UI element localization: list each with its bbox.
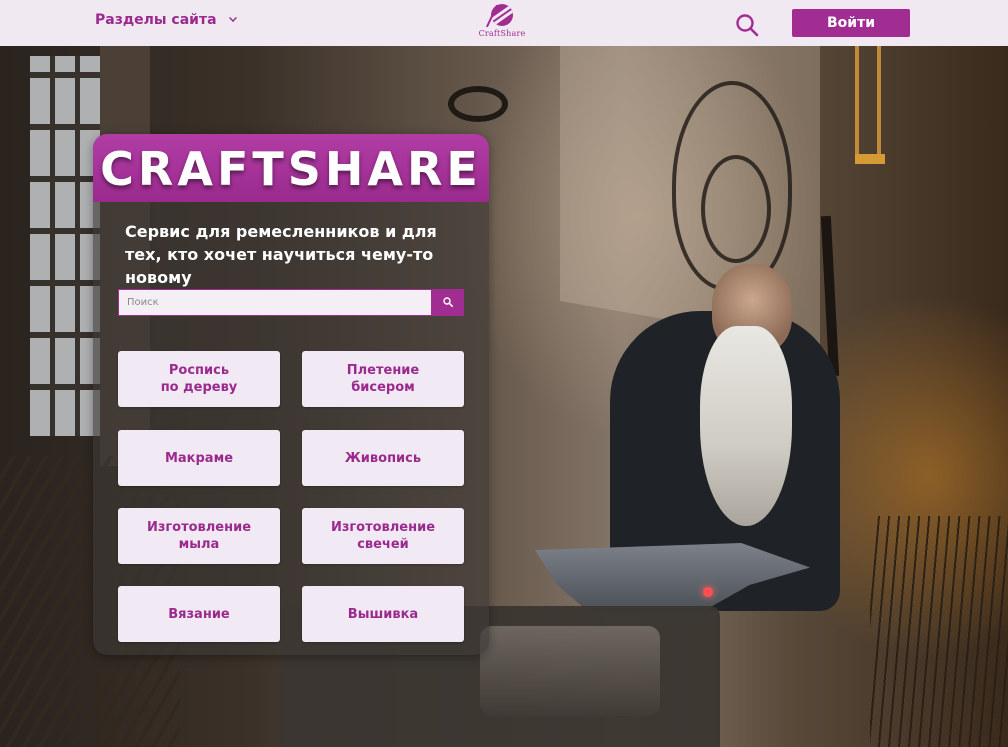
login-button[interactable]: Войти <box>792 9 910 37</box>
category-beading[interactable]: Плетение бисером <box>302 351 464 407</box>
category-knitting[interactable]: Вязание <box>118 586 280 642</box>
search-bar <box>118 289 464 316</box>
search-icon[interactable] <box>735 13 759 37</box>
search-input[interactable] <box>118 289 432 316</box>
wrought-iron-ornament <box>672 81 792 291</box>
category-candle-making[interactable]: Изготовление свечей <box>302 508 464 564</box>
workshop-window <box>30 56 100 436</box>
tagline: Сервис для ремесленников и для тех, кто … <box>125 222 437 287</box>
category-soap-making[interactable]: Изготовление мыла <box>118 508 280 564</box>
site-sections-label: Разделы сайта <box>95 12 217 28</box>
chevron-down-icon <box>228 14 237 22</box>
category-macrame[interactable]: Макраме <box>118 430 280 486</box>
site-header: Разделы сайта CraftShare Войти <box>0 0 1008 46</box>
blacksmith-beard <box>700 326 792 526</box>
logo-text: CraftShare <box>478 29 526 38</box>
hanging-bracket <box>855 46 885 164</box>
site-sections-dropdown[interactable]: Разделы сайта <box>95 12 237 28</box>
title-banner: CRAFTSHARE <box>93 134 489 202</box>
hot-metal <box>703 587 713 597</box>
category-painting[interactable]: Живопись <box>302 430 464 486</box>
search-icon <box>443 297 453 307</box>
hero-panel: CRAFTSHARE Сервис для ремесленников и дл… <box>93 134 489 655</box>
category-wood-painting[interactable]: Роспись по дереву <box>118 351 280 407</box>
search-button[interactable] <box>432 289 464 316</box>
page-title: CRAFTSHARE <box>100 142 482 196</box>
category-embroidery[interactable]: Вышивка <box>302 586 464 642</box>
site-logo[interactable]: CraftShare <box>478 4 526 42</box>
hanging-ring <box>448 86 508 122</box>
iron-rods <box>870 516 1008 747</box>
